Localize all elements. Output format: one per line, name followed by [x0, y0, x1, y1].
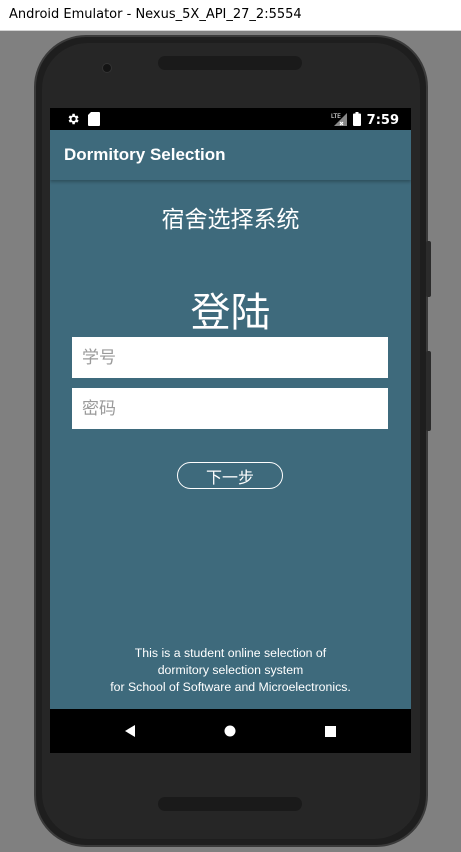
window-title: Android Emulator - Nexus_5X_API_27_2:555… [9, 7, 302, 22]
status-bar: LTE 7:59 [50, 108, 411, 130]
home-icon[interactable] [220, 721, 240, 741]
signal-icon: LTE [331, 111, 347, 130]
student-id-field[interactable] [72, 337, 388, 378]
bottom-speaker [158, 797, 302, 811]
next-button[interactable]: 下一步 [177, 462, 283, 489]
navigation-bar [50, 709, 411, 753]
footer-line: This is a student online selection of [134, 646, 327, 660]
footer-description: This is a student online selection of do… [50, 645, 411, 696]
window-titlebar: Android Emulator - Nexus_5X_API_27_2:555… [0, 0, 461, 31]
svg-text:LTE: LTE [331, 113, 341, 120]
settings-icon [66, 111, 80, 130]
clock: 7:59 [366, 113, 399, 128]
app-title: Dormitory Selection [64, 145, 226, 164]
recents-icon[interactable] [320, 721, 340, 741]
footer-line: for School of Software and Microelectron… [110, 680, 351, 694]
password-field[interactable] [72, 388, 388, 429]
sd-card-icon [88, 111, 100, 130]
top-speaker [158, 56, 302, 70]
app-bar: Dormitory Selection [50, 130, 411, 180]
power-button[interactable] [426, 351, 431, 431]
footer-line: dormitory selection system [157, 663, 304, 677]
device-screen: LTE 7:59 Dormitory Selection 宿舍选择系统 登陆 下… [50, 108, 411, 753]
back-icon[interactable] [120, 721, 140, 741]
battery-icon [352, 111, 361, 130]
login-heading: 登陆 [190, 290, 271, 336]
system-title: 宿舍选择系统 [161, 207, 300, 233]
volume-button[interactable] [426, 241, 431, 297]
camera-icon [102, 63, 112, 73]
